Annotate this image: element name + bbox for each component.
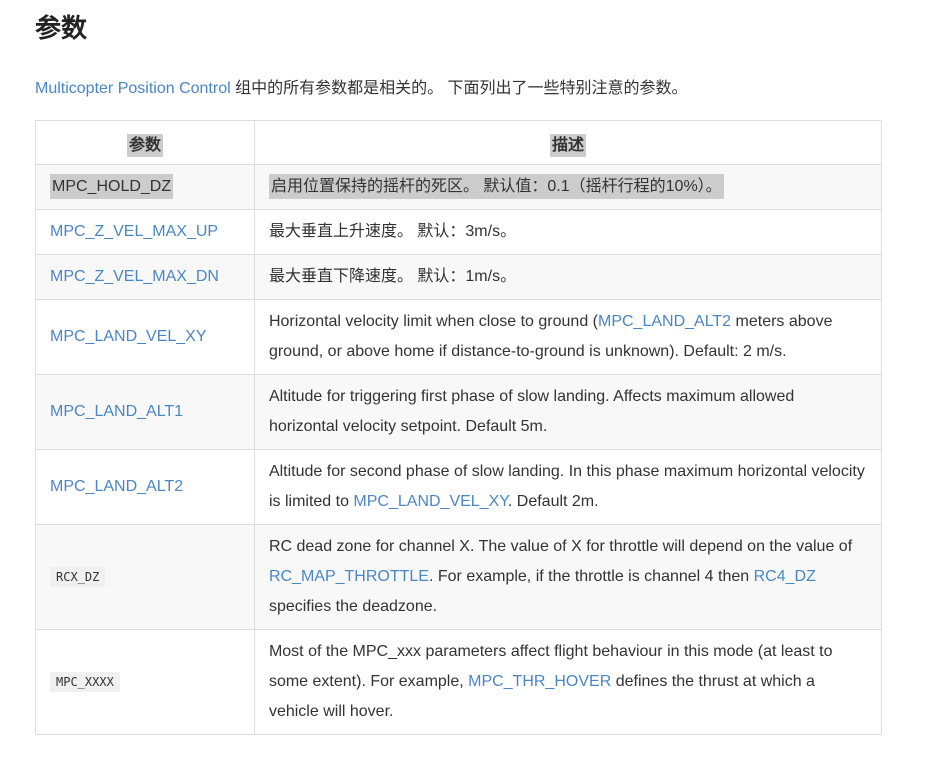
inline-link-mpc-land-alt2[interactable]: MPC_LAND_ALT2 — [598, 313, 731, 330]
intro-paragraph: Multicopter Position Control 组中的所有参数都是相关… — [35, 75, 688, 103]
param-link-mpc-land-alt1[interactable]: MPC_LAND_ALT1 — [50, 403, 183, 420]
description-cell: 最大垂直下降速度。 默认：1m/s。 — [253, 254, 883, 300]
param-cell: MPC_HOLD_DZ — [35, 164, 255, 210]
table-row: MPC_LAND_VEL_XY Horizontal velocity limi… — [35, 299, 883, 375]
param-cell: RCX_DZ — [35, 524, 255, 630]
multicopter-position-control-link[interactable]: Multicopter Position Control — [35, 80, 231, 97]
description-cell: Most of the MPC_xxx parameters affect fl… — [253, 629, 883, 735]
intro-text: 组中的所有参数都是相关的。 下面列出了一些特别注意的参数。 — [230, 80, 688, 97]
table-row: MPC_LAND_ALT1 Altitude for triggering fi… — [35, 374, 883, 450]
header-description: 描述 — [253, 120, 883, 165]
param-cell: MPC_LAND_ALT1 — [35, 374, 255, 450]
param-link-mpc-land-vel-xy[interactable]: MPC_LAND_VEL_XY — [50, 328, 207, 345]
param-cell: MPC_LAND_VEL_XY — [35, 299, 255, 375]
param-cell: MPC_XXXX — [35, 629, 255, 735]
description-cell: Altitude for second phase of slow landin… — [253, 449, 883, 525]
param-link-mpc-z-vel-max-up[interactable]: MPC_Z_VEL_MAX_UP — [50, 223, 218, 240]
header-param: 参数 — [35, 120, 255, 165]
table-row: MPC_LAND_ALT2 Altitude for second phase … — [35, 449, 883, 525]
param-code-mpc-xxxx: MPC_XXXX — [50, 672, 120, 692]
param-name-mpc-hold-dz: MPC_HOLD_DZ — [50, 174, 174, 199]
table-row: MPC_Z_VEL_MAX_UP 最大垂直上升速度。 默认：3m/s。 — [35, 209, 883, 255]
param-cell: MPC_LAND_ALT2 — [35, 449, 255, 525]
description-cell: 最大垂直上升速度。 默认：3m/s。 — [253, 209, 883, 255]
param-link-mpc-z-vel-max-dn[interactable]: MPC_Z_VEL_MAX_DN — [50, 268, 219, 285]
page-heading: 参数 — [35, 14, 88, 44]
table-row: MPC_Z_VEL_MAX_DN 最大垂直下降速度。 默认：1m/s。 — [35, 254, 883, 300]
table-row: MPC_XXXX Most of the MPC_xxx parameters … — [35, 629, 883, 735]
inline-link-rc4-dz[interactable]: RC4_DZ — [754, 568, 816, 585]
description-cell: Altitude for triggering first phase of s… — [253, 374, 883, 450]
description-cell: RC dead zone for channel X. The value of… — [253, 524, 883, 630]
description-cell: Horizontal velocity limit when close to … — [253, 299, 883, 375]
inline-link-rc-map-throttle[interactable]: RC_MAP_THROTTLE — [269, 568, 429, 585]
inline-link-mpc-thr-hover[interactable]: MPC_THR_HOVER — [468, 673, 611, 690]
param-cell: MPC_Z_VEL_MAX_UP — [35, 209, 255, 255]
table-row: RCX_DZ RC dead zone for channel X. The v… — [35, 524, 883, 630]
param-link-mpc-land-alt2[interactable]: MPC_LAND_ALT2 — [50, 478, 183, 495]
param-cell: MPC_Z_VEL_MAX_DN — [35, 254, 255, 300]
description-text: 启用位置保持的摇杆的死区。 默认值：0.1（摇杆行程的10%）。 — [268, 174, 724, 199]
description-cell: 启用位置保持的摇杆的死区。 默认值：0.1（摇杆行程的10%）。 — [253, 164, 883, 210]
inline-link-mpc-land-vel-xy[interactable]: MPC_LAND_VEL_XY — [353, 493, 507, 510]
table-header-row: 参数 描述 — [35, 120, 883, 165]
param-code-rcx-dz: RCX_DZ — [50, 567, 106, 587]
parameter-table: 参数 描述 MPC_HOLD_DZ 启用位置保持的摇杆的死区。 默认值：0.1（… — [35, 120, 883, 735]
table-row: MPC_HOLD_DZ 启用位置保持的摇杆的死区。 默认值：0.1（摇杆行程的1… — [35, 164, 883, 210]
page: 参数 Multicopter Position Control 组中的所有参数都… — [35, 0, 883, 735]
